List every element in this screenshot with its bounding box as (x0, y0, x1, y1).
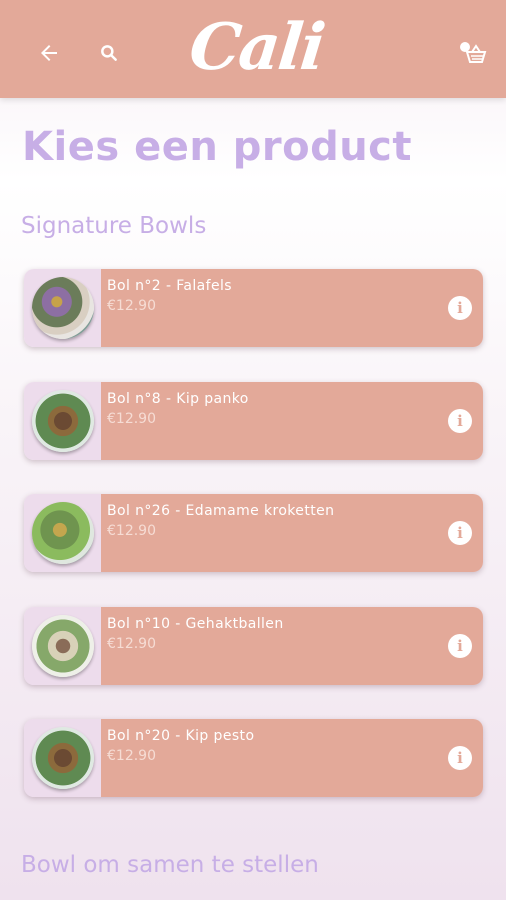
app-header: Cali (0, 0, 506, 98)
chicken-pesto-bowl-image (31, 727, 94, 789)
back-button[interactable] (34, 38, 64, 68)
meatball-bowl-image (31, 615, 94, 677)
product-price: €12.90 (107, 523, 156, 539)
product-thumbnail (24, 719, 101, 797)
info-button[interactable]: i (448, 521, 472, 545)
info-button[interactable]: i (448, 634, 472, 658)
product-card[interactable]: Bol n°20 - Kip pesto €12.90 i (24, 719, 483, 797)
product-price: €12.90 (107, 748, 156, 764)
info-icon: i (457, 523, 463, 542)
info-button[interactable]: i (448, 746, 472, 770)
falafel-bowl-image (31, 277, 94, 339)
page-title: Kies een product (22, 124, 413, 170)
product-card[interactable]: Bol n°26 - Edamame kroketten €12.90 i (24, 494, 483, 572)
cart-button[interactable] (455, 38, 489, 68)
product-body: Bol n°2 - Falafels €12.90 i (101, 269, 483, 347)
product-name: Bol n°26 - Edamame kroketten (107, 503, 335, 519)
product-thumbnail (24, 607, 101, 685)
product-price: €12.90 (107, 636, 156, 652)
search-icon (101, 45, 117, 61)
section-title-custom-bowl: Bowl om samen te stellen (21, 852, 319, 878)
chicken-panko-bowl-image (31, 390, 94, 452)
product-thumbnail (24, 494, 101, 572)
basket-icon (460, 42, 487, 63)
edamame-bowl-image (31, 502, 94, 564)
product-name: Bol n°20 - Kip pesto (107, 728, 255, 744)
product-name: Bol n°8 - Kip panko (107, 391, 249, 407)
product-card[interactable]: Bol n°8 - Kip panko €12.90 i (24, 382, 483, 460)
info-icon: i (457, 411, 463, 430)
product-name: Bol n°10 - Gehaktballen (107, 616, 284, 632)
info-button[interactable]: i (448, 409, 472, 433)
cali-logo[interactable]: Cali (186, 8, 327, 88)
product-price: €12.90 (107, 411, 156, 427)
product-price: €12.90 (107, 298, 156, 314)
product-card[interactable]: Bol n°10 - Gehaktballen €12.90 i (24, 607, 483, 685)
product-thumbnail (24, 382, 101, 460)
product-body: Bol n°20 - Kip pesto €12.90 i (101, 719, 483, 797)
info-button[interactable]: i (448, 296, 472, 320)
product-body: Bol n°26 - Edamame kroketten €12.90 i (101, 494, 483, 572)
info-icon: i (457, 748, 463, 767)
product-thumbnail (24, 269, 101, 347)
product-body: Bol n°8 - Kip panko €12.90 i (101, 382, 483, 460)
product-name: Bol n°2 - Falafels (107, 278, 232, 294)
product-card[interactable]: Bol n°2 - Falafels €12.90 i (24, 269, 483, 347)
info-icon: i (457, 298, 463, 317)
product-body: Bol n°10 - Gehaktballen €12.90 i (101, 607, 483, 685)
arrow-left-icon (41, 45, 57, 61)
section-title-signature-bowls: Signature Bowls (21, 213, 207, 239)
search-button[interactable] (96, 40, 122, 66)
info-icon: i (457, 636, 463, 655)
